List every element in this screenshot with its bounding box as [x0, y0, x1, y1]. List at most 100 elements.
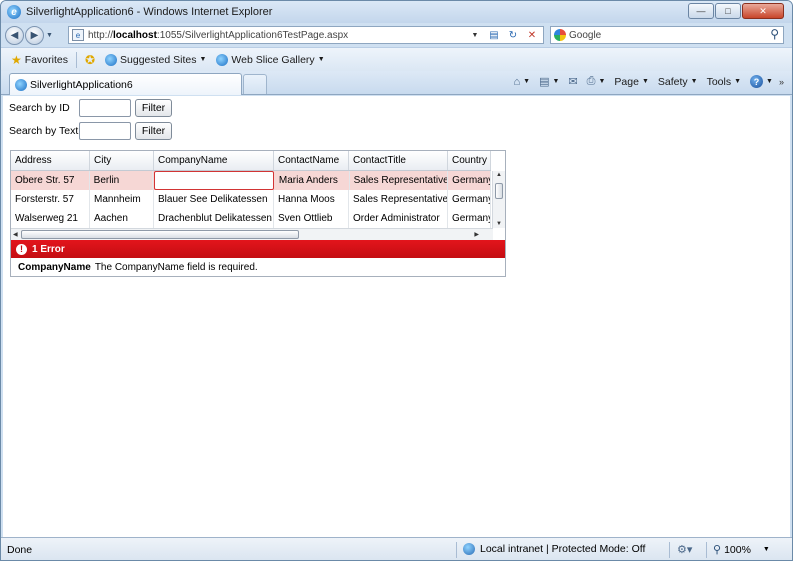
vertical-scroll-thumb[interactable]	[495, 183, 503, 199]
mail-icon: ✉	[568, 76, 578, 88]
favorites-button[interactable]: ★ Favorites	[11, 53, 68, 67]
cell-companyname-editor-invalid[interactable]	[154, 171, 274, 190]
page-menu[interactable]: Page ▼	[614, 76, 648, 88]
page-content: Search by ID Filter Search by Text Filte…	[3, 96, 790, 537]
scroll-right-icon[interactable]: ▶	[474, 231, 479, 238]
minimize-button[interactable]: —	[688, 3, 714, 19]
search-by-id-row: Search by ID Filter	[9, 99, 172, 117]
back-button[interactable]: ◀	[5, 25, 24, 45]
help-button[interactable]: ? ▼	[750, 75, 773, 88]
close-button[interactable]: ✕	[742, 3, 784, 19]
filter-text-button[interactable]: Filter	[135, 122, 172, 140]
status-bar: Done Local intranet | Protected Mode: Of…	[1, 537, 792, 560]
zoom-control[interactable]: ⚲ 100% ▼	[713, 543, 770, 557]
page-icon: e	[72, 29, 84, 41]
safety-menu[interactable]: Safety ▼	[658, 76, 698, 88]
cell-address[interactable]: Forsterstr. 57	[11, 190, 90, 209]
read-mail-button[interactable]: ✉	[568, 75, 577, 88]
address-url[interactable]: http://localhost:1055/SilverlightApplica…	[88, 30, 348, 41]
refresh-icon[interactable]: ↻	[505, 28, 521, 42]
chevron-down-icon: ▼	[734, 78, 742, 85]
web-slice-gallery-link[interactable]: Web Slice Gallery ▼	[216, 53, 325, 66]
filter-id-button[interactable]: Filter	[135, 99, 172, 117]
add-favorite-icon[interactable]: ✪	[85, 53, 95, 67]
validation-summary-header: ! 1 Error	[11, 240, 505, 258]
search-id-input[interactable]	[79, 99, 131, 117]
feeds-button[interactable]: ▤ ▼	[539, 75, 559, 88]
cell-country[interactable]: Germany	[448, 171, 491, 190]
forward-button[interactable]: ▶	[25, 25, 44, 45]
table-row[interactable]: Forsterstr. 57 Mannheim Blauer See Delik…	[11, 190, 491, 209]
table-row[interactable]: Obere Str. 57 Berlin Maria Anders Sales …	[11, 171, 491, 190]
address-dropdown-icon[interactable]: ▼	[467, 28, 483, 42]
stop-icon[interactable]: ✕	[524, 28, 540, 42]
ie-site-icon	[216, 53, 229, 66]
search-box[interactable]: Google ⚲	[550, 26, 784, 44]
cell-city[interactable]: Mannheim	[90, 190, 154, 209]
chevron-down-icon: ▼	[523, 78, 531, 85]
cell-city[interactable]: Berlin	[90, 171, 154, 190]
scroll-up-icon[interactable]: ▲	[496, 172, 502, 178]
title-bar: e SilverlightApplication6 - Windows Inte…	[1, 1, 792, 23]
command-bar: ⌂ ▼ ▤ ▼ ✉ ⎙ ▼ Page ▼ Safety ▼ Tools ▼ ? ▼ »	[505, 75, 784, 88]
star-icon: ★	[11, 52, 22, 67]
chevron-down-icon: ▼	[598, 78, 606, 85]
cell-companyname[interactable]: Drachenblut Delikatessen	[154, 209, 274, 228]
printer-icon: ⎙	[586, 75, 596, 87]
validation-error-item[interactable]: CompanyName The CompanyName field is req…	[11, 258, 505, 277]
cell-contacttitle[interactable]: Sales Representative	[349, 190, 448, 209]
print-button[interactable]: ⎙ ▼	[587, 75, 606, 88]
cell-contactname[interactable]: Sven Ottlieb	[274, 209, 349, 228]
rss-icon: ▤	[539, 76, 550, 88]
customers-data-grid[interactable]: Address City CompanyName ContactName Con…	[10, 150, 506, 277]
cell-contactname[interactable]: Hanna Moos	[274, 190, 349, 209]
column-header-contacttitle[interactable]: ContactTitle	[349, 151, 448, 170]
home-button[interactable]: ⌂ ▼	[514, 76, 531, 88]
chevron-down-icon: ▼	[552, 78, 560, 85]
cell-contacttitle[interactable]: Sales Representative	[350, 171, 449, 190]
cell-address[interactable]: Obere Str. 57	[11, 171, 90, 190]
search-text-input[interactable]	[79, 122, 131, 140]
ie-site-icon	[15, 78, 27, 91]
column-header-city[interactable]: City	[90, 151, 154, 170]
recent-pages-chevron-icon[interactable]: ▼	[46, 32, 53, 39]
favorites-bar: ★ Favorites ✪ Suggested Sites ▼ Web Slice …	[1, 47, 792, 71]
search-icon[interactable]: ⚲	[770, 27, 779, 41]
table-row[interactable]: Walserweg 21 Aachen Drachenblut Delikate…	[11, 209, 491, 228]
tools-menu[interactable]: Tools ▼	[707, 76, 741, 88]
cell-contactname[interactable]: Maria Anders	[275, 171, 350, 190]
suggested-sites-link[interactable]: Suggested Sites ▼	[105, 53, 206, 66]
security-zone[interactable]: Local intranet | Protected Mode: Off	[463, 543, 645, 555]
address-bar[interactable]: e http://localhost:1055/SilverlightAppli…	[68, 26, 544, 44]
cell-contacttitle[interactable]: Order Administrator	[349, 209, 448, 228]
tab-silverlightapplication6[interactable]: SilverlightApplication6	[9, 73, 242, 95]
popup-blocker-icon[interactable]: ⚙▾	[677, 543, 692, 556]
column-header-address[interactable]: Address	[11, 151, 90, 170]
maximize-button[interactable]: □	[715, 3, 741, 19]
more-commands-chevron-icon[interactable]: »	[779, 77, 784, 87]
column-header-companyname[interactable]: CompanyName	[154, 151, 274, 170]
new-tab-button[interactable]	[243, 74, 267, 94]
cell-address[interactable]: Walserweg 21	[11, 209, 90, 228]
ie-logo-icon: e	[7, 5, 21, 19]
scroll-down-icon[interactable]: ▼	[496, 221, 502, 227]
column-header-country[interactable]: Country	[448, 151, 491, 170]
address-row: ◀ ▶ ▼ e http://localhost:1055/Silverligh…	[1, 23, 792, 47]
cell-country[interactable]: Germany	[448, 209, 491, 228]
search-engine-label: Google	[569, 29, 602, 41]
search-by-text-label: Search by Text	[9, 125, 79, 137]
column-header-contactname[interactable]: ContactName	[274, 151, 349, 170]
cell-country[interactable]: Germany	[448, 190, 491, 209]
status-separator	[706, 542, 707, 558]
error-field-name: CompanyName	[18, 262, 91, 273]
status-separator	[456, 542, 457, 558]
chevron-down-icon: ▼	[641, 78, 649, 85]
horizontal-scrollbar[interactable]: ◀ ▶	[11, 228, 493, 240]
vertical-scrollbar[interactable]: ▲ ▼	[492, 171, 505, 228]
scroll-left-icon[interactable]: ◀	[13, 231, 18, 238]
compatibility-view-icon[interactable]: ▤	[486, 28, 502, 42]
horizontal-scroll-thumb[interactable]	[21, 230, 299, 239]
cell-companyname[interactable]: Blauer See Delikatessen	[154, 190, 274, 209]
search-by-id-label: Search by ID	[9, 102, 70, 114]
cell-city[interactable]: Aachen	[90, 209, 154, 228]
